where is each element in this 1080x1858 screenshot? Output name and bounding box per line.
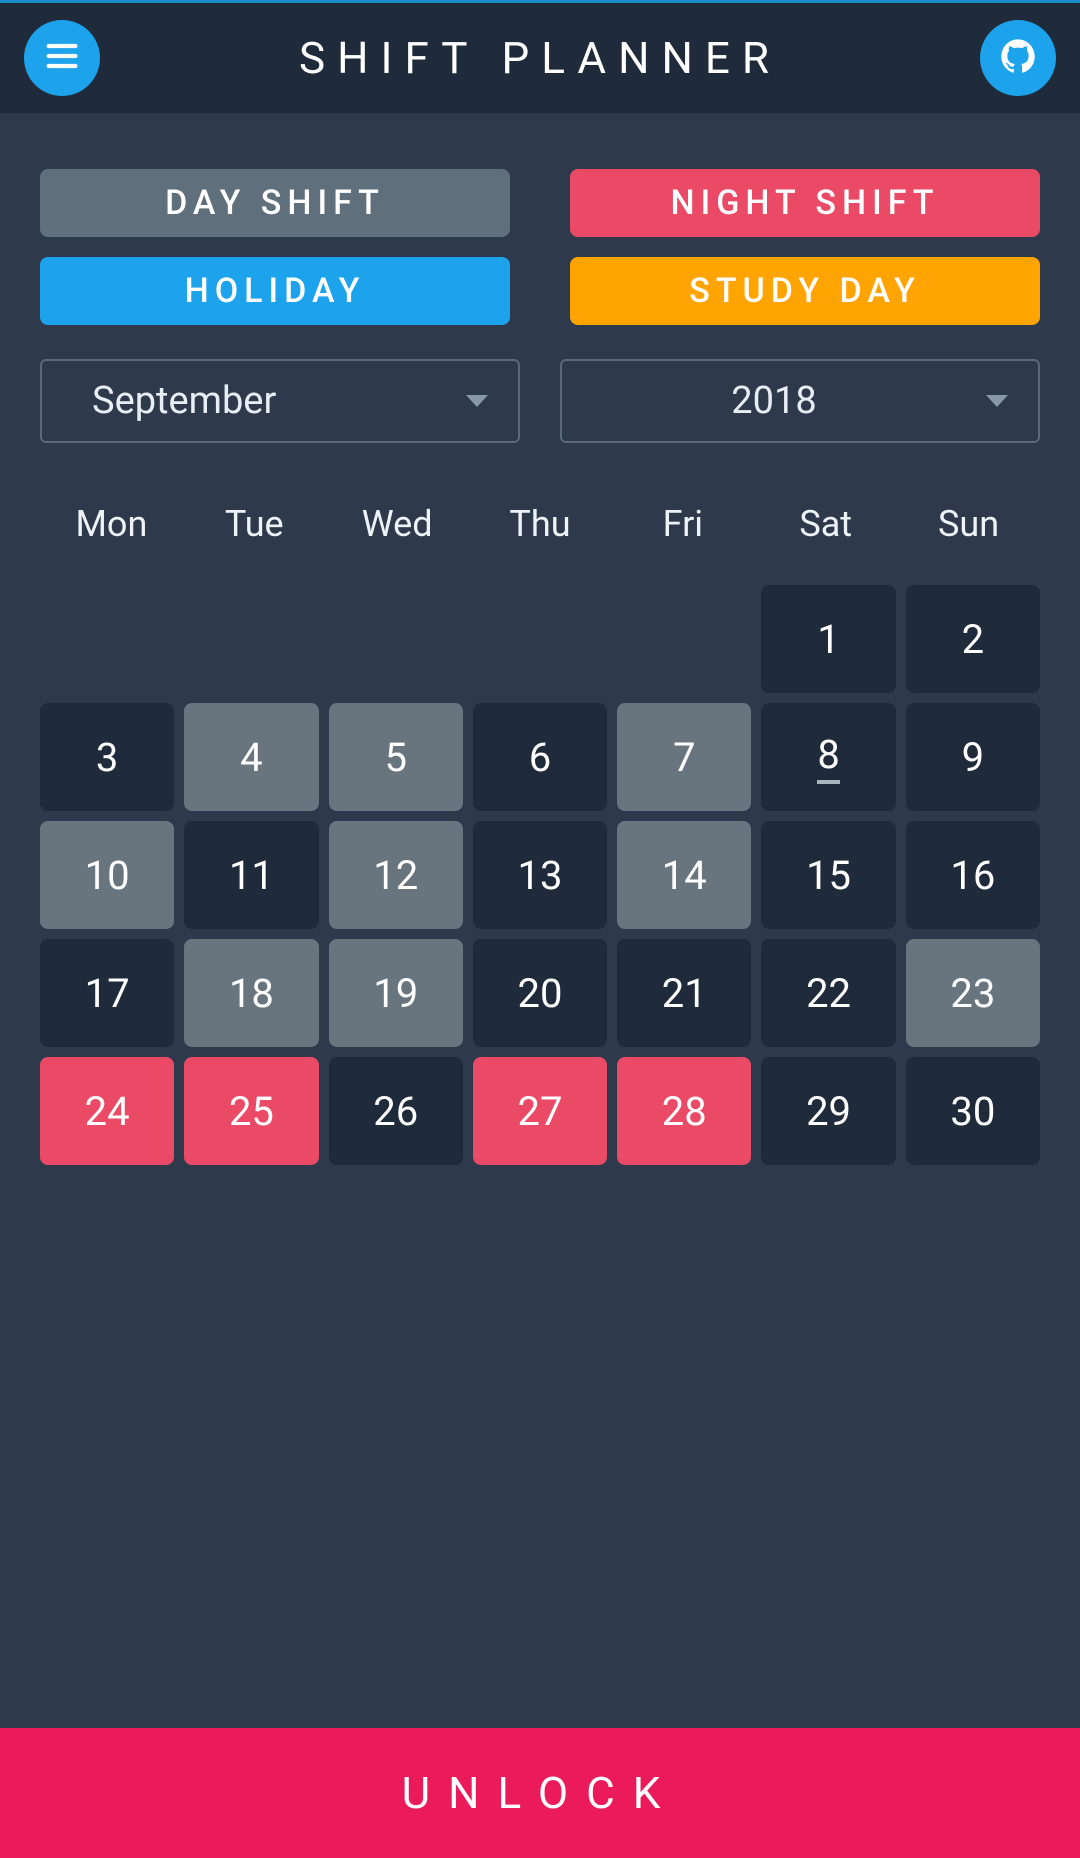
- year-select-value: 2018: [592, 379, 986, 423]
- calendar-day-number: 15: [806, 852, 851, 899]
- calendar-empty: [40, 585, 174, 693]
- calendar-day[interactable]: 2: [906, 585, 1040, 693]
- calendar-day[interactable]: 17: [40, 939, 174, 1047]
- calendar-day-number: 13: [518, 852, 563, 899]
- calendar-day[interactable]: 14: [617, 821, 751, 929]
- calendar-day-number: 9: [962, 734, 984, 781]
- calendar-day-number: 23: [950, 970, 995, 1017]
- calendar-day[interactable]: 9: [906, 703, 1040, 811]
- calendar-day[interactable]: 12: [329, 821, 463, 929]
- holiday-button[interactable]: HOLIDAY: [40, 257, 510, 325]
- calendar-day[interactable]: 10: [40, 821, 174, 929]
- calendar-day-number: 1: [817, 616, 839, 663]
- day-shift-button[interactable]: DAY SHIFT: [40, 169, 510, 237]
- calendar-day[interactable]: 16: [906, 821, 1040, 929]
- calendar-day[interactable]: 21: [617, 939, 751, 1047]
- calendar-empty: [184, 585, 318, 693]
- calendar-day-number: 20: [518, 970, 563, 1017]
- app-header: SHIFT PLANNER: [0, 3, 1080, 113]
- calendar-day[interactable]: 20: [473, 939, 607, 1047]
- calendar-day-number: 21: [662, 970, 707, 1017]
- weekday-label: Sat: [754, 503, 897, 545]
- weekday-label: Tue: [183, 503, 326, 545]
- calendar-day-number: 10: [85, 852, 130, 899]
- calendar-day-number: 24: [85, 1088, 130, 1135]
- calendar-empty: [617, 585, 751, 693]
- chevron-down-icon: [986, 395, 1008, 407]
- calendar-day-number: 5: [384, 734, 406, 781]
- calendar-day[interactable]: 18: [184, 939, 318, 1047]
- calendar-day[interactable]: 30: [906, 1057, 1040, 1165]
- calendar-day[interactable]: 23: [906, 939, 1040, 1047]
- main-content: DAY SHIFT NIGHT SHIFT HOLIDAY STUDY DAY Sep…: [0, 113, 1080, 1728]
- calendar-day-number: 18: [229, 970, 274, 1017]
- calendar-day[interactable]: 19: [329, 939, 463, 1047]
- weekday-header: MonTueWedThuFriSatSun: [40, 503, 1040, 545]
- calendar-day[interactable]: 8: [761, 703, 895, 811]
- calendar-day-number: 2: [962, 616, 984, 663]
- month-select[interactable]: September: [40, 359, 520, 443]
- calendar-day[interactable]: 22: [761, 939, 895, 1047]
- weekday-label: Wed: [326, 503, 469, 545]
- calendar-grid: 1234567891011121314151617181920212223242…: [40, 585, 1040, 1165]
- calendar-day-number: 6: [529, 734, 551, 781]
- calendar-empty: [329, 585, 463, 693]
- date-select-row: September 2018: [40, 359, 1040, 443]
- weekday-label: Fri: [611, 503, 754, 545]
- menu-button[interactable]: [24, 20, 100, 96]
- calendar-day-number: 14: [662, 852, 707, 899]
- month-select-value: September: [72, 379, 466, 423]
- calendar-day-number: 30: [950, 1088, 995, 1135]
- calendar-empty: [473, 585, 607, 693]
- calendar-day[interactable]: 28: [617, 1057, 751, 1165]
- calendar-day-number: 27: [518, 1088, 563, 1135]
- calendar-day-number: 22: [806, 970, 851, 1017]
- calendar-day-number: 26: [373, 1088, 418, 1135]
- calendar-day[interactable]: 26: [329, 1057, 463, 1165]
- calendar-day[interactable]: 24: [40, 1057, 174, 1165]
- calendar-day-number: 8: [817, 731, 839, 784]
- calendar-day[interactable]: 1: [761, 585, 895, 693]
- calendar-day-number: 29: [806, 1088, 851, 1135]
- shift-button-label: DAY SHIFT: [165, 183, 385, 223]
- shift-button-label: STUDY DAY: [689, 271, 921, 311]
- menu-icon: [42, 36, 82, 80]
- calendar-day[interactable]: 15: [761, 821, 895, 929]
- calendar-day-number: 12: [373, 852, 418, 899]
- calendar-day-number: 16: [950, 852, 995, 899]
- unlock-label: UNLOCK: [402, 1767, 679, 1819]
- calendar-day-number: 11: [229, 852, 274, 899]
- calendar-day[interactable]: 4: [184, 703, 318, 811]
- calendar-day[interactable]: 11: [184, 821, 318, 929]
- shift-button-grid: DAY SHIFT NIGHT SHIFT HOLIDAY STUDY DAY: [40, 169, 1040, 325]
- shift-button-label: HOLIDAY: [185, 271, 366, 311]
- shift-button-label: NIGHT SHIFT: [670, 183, 939, 223]
- calendar-day[interactable]: 25: [184, 1057, 318, 1165]
- calendar-day-number: 19: [373, 970, 418, 1017]
- github-button[interactable]: [980, 20, 1056, 96]
- calendar-day[interactable]: 13: [473, 821, 607, 929]
- calendar-day[interactable]: 3: [40, 703, 174, 811]
- year-select[interactable]: 2018: [560, 359, 1040, 443]
- calendar-day[interactable]: 7: [617, 703, 751, 811]
- weekday-label: Sun: [897, 503, 1040, 545]
- github-icon: [998, 36, 1038, 80]
- weekday-label: Mon: [40, 503, 183, 545]
- calendar-day[interactable]: 6: [473, 703, 607, 811]
- calendar-day[interactable]: 29: [761, 1057, 895, 1165]
- calendar-day-number: 7: [673, 734, 695, 781]
- calendar-day-number: 4: [240, 734, 262, 781]
- weekday-label: Thu: [469, 503, 612, 545]
- calendar-day[interactable]: 27: [473, 1057, 607, 1165]
- page-title: SHIFT PLANNER: [100, 32, 980, 84]
- calendar-day[interactable]: 5: [329, 703, 463, 811]
- unlock-button[interactable]: UNLOCK: [0, 1728, 1080, 1858]
- night-shift-button[interactable]: NIGHT SHIFT: [570, 169, 1040, 237]
- calendar-day-number: 17: [85, 970, 130, 1017]
- calendar-day-number: 3: [96, 734, 118, 781]
- calendar-day-number: 28: [662, 1088, 707, 1135]
- study-day-button[interactable]: STUDY DAY: [570, 257, 1040, 325]
- chevron-down-icon: [466, 395, 488, 407]
- calendar-day-number: 25: [229, 1088, 274, 1135]
